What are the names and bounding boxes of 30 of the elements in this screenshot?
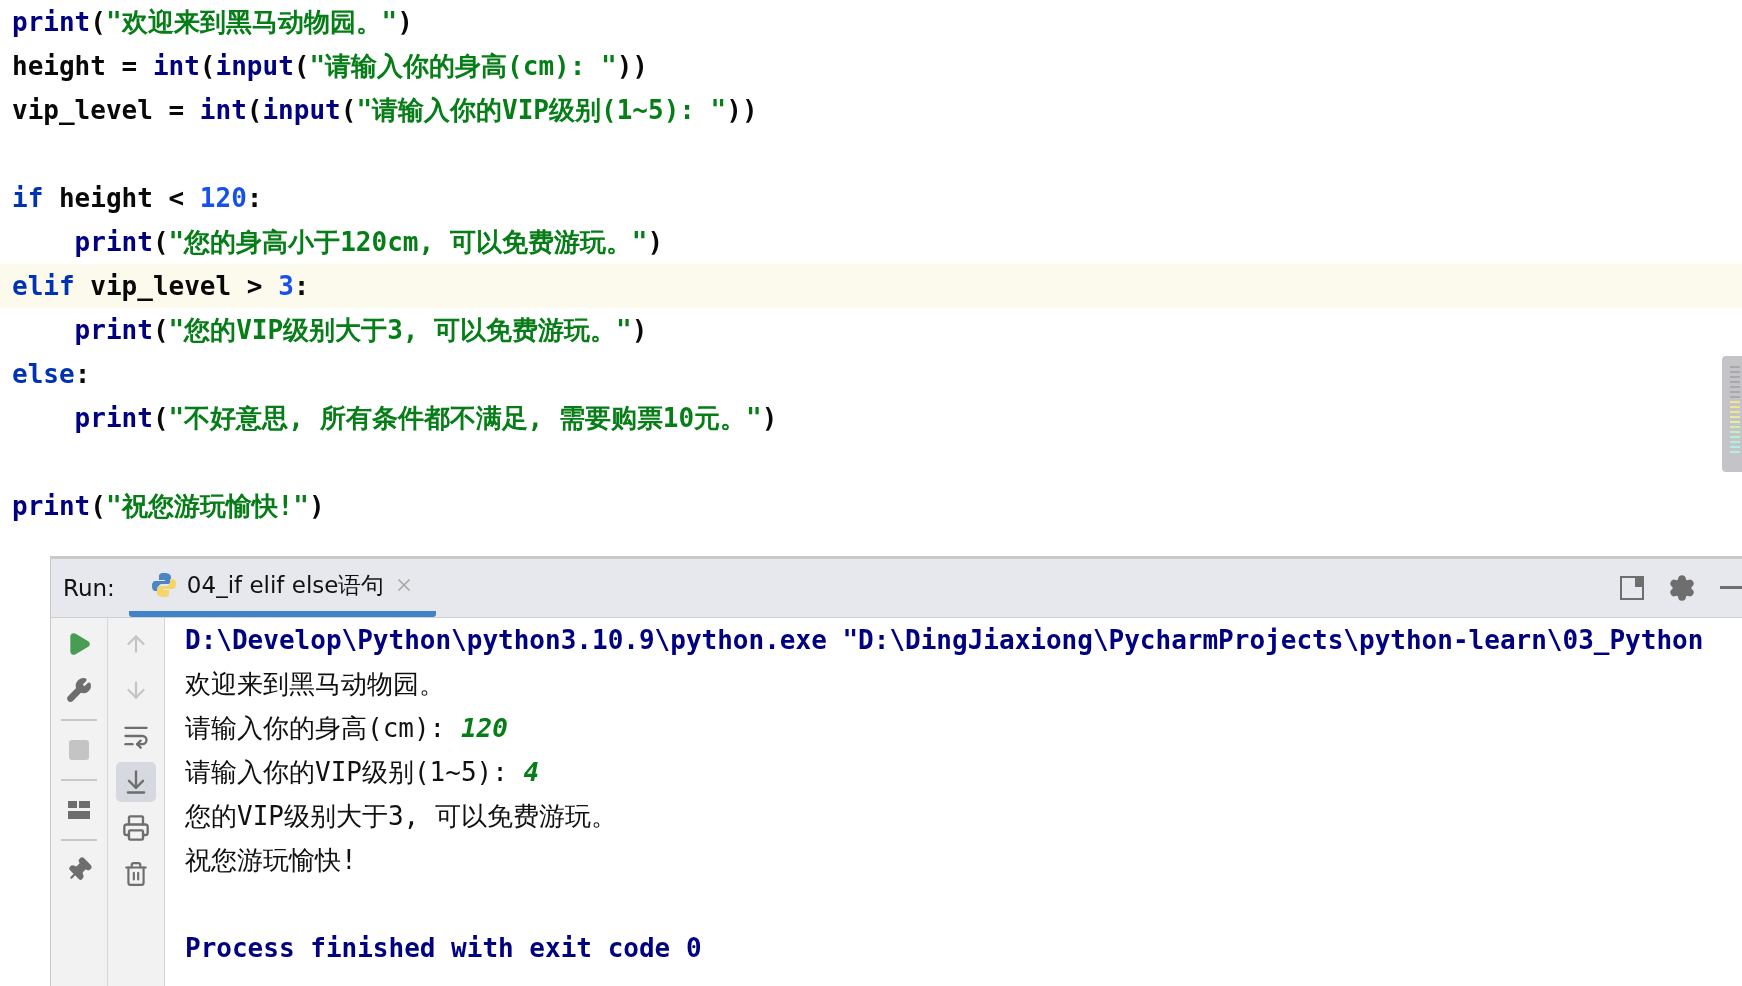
panel-icon[interactable]: [1620, 576, 1644, 600]
toolbar-button[interactable]: [116, 762, 156, 802]
code-line: vip_level = int(input("请输入你的VIP级别(1~5): ")): [11, 93, 759, 127]
user-input-text: 120: [460, 713, 508, 743]
code-line: print("欢迎来到黑马动物园。"): [11, 5, 414, 39]
output-text: 您的VIP级别大于3, 可以免费游玩。: [185, 799, 617, 833]
trash-icon[interactable]: [123, 861, 149, 887]
wrench-icon[interactable]: [66, 677, 92, 703]
user-input-text: 4: [523, 757, 540, 787]
output-text: 欢迎来到黑马动物园。: [185, 667, 445, 701]
minimize-icon[interactable]: [1720, 586, 1742, 590]
python-icon: [150, 572, 177, 598]
run-tab[interactable]: 04_if elif else语句: [128, 559, 437, 617]
settings-icon[interactable]: [1668, 574, 1696, 602]
output-text: 请输入你的VIP级别(1~5):: [185, 755, 509, 789]
code-line: print("不好意思, 所有条件都不满足, 需要购票10元。"): [73, 401, 779, 435]
code-line: print("您的VIP级别大于3, 可以免费游玩。"): [73, 313, 649, 347]
command-text: D:\Develop\Python\python3.10.9\python.exe "D:\DingJiaxiong\PycharmProjects\python-learn\03_Python: [185, 625, 1704, 655]
output-text: 请输入你的身高(cm):: [185, 711, 447, 745]
output-text: 祝您游玩愉快!: [185, 843, 357, 877]
run-label: Run:: [63, 575, 115, 601]
code-line: else:: [11, 358, 92, 391]
code-line: print("祝您游玩愉快!"): [11, 489, 326, 523]
pin-icon[interactable]: [66, 857, 92, 883]
code-line: if height < 120:: [11, 182, 264, 215]
command-text: Process finished with exit code 0: [185, 933, 702, 963]
code-line: print("您的身高小于120cm, 可以免费游玩。"): [73, 225, 665, 259]
code-line: height = int(input("请输入你的身高(cm): ")): [11, 49, 649, 83]
print-icon[interactable]: [122, 814, 150, 842]
layout-icon[interactable]: [67, 800, 91, 820]
